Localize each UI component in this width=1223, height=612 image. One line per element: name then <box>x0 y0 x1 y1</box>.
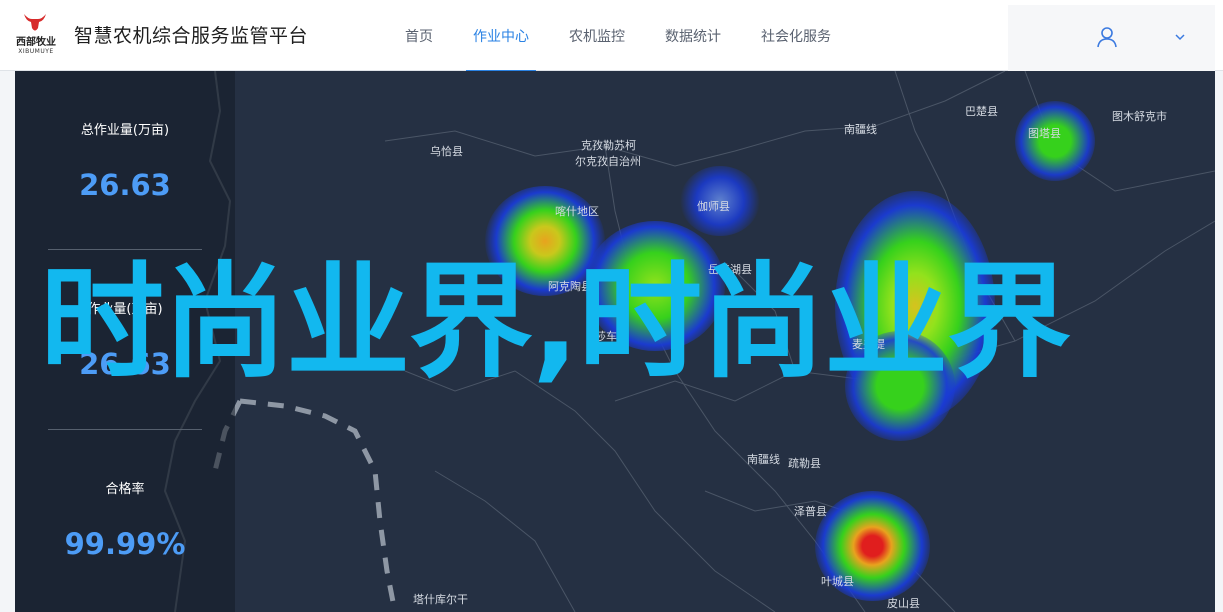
place-label: 叶城县 <box>821 575 854 588</box>
nav-work-center[interactable]: 作业中心 <box>453 0 549 72</box>
stat-value: 26.63 <box>79 168 171 202</box>
user-icon[interactable] <box>1096 26 1118 48</box>
app-window: 西部牧业 XIBUMUYE 智慧农机综合服务监管平台 首页 作业中心 农机监控 … <box>0 0 1223 612</box>
place-label: 伽师县 <box>697 200 730 213</box>
place-label: 塔什库尔干 <box>413 593 468 606</box>
nav-machine-monitor[interactable]: 农机监控 <box>549 0 645 71</box>
logo-text: 西部牧业 <box>16 37 56 48</box>
place-label: 克孜勒苏柯 <box>581 139 636 152</box>
stat-label: 总作业量(万亩) <box>80 123 170 138</box>
place-label: 南疆线 <box>844 123 877 136</box>
top-header: 西部牧业 XIBUMUYE 智慧农机综合服务监管平台 首页 作业中心 农机监控 … <box>0 0 1223 72</box>
stat-value: 99.99% <box>64 527 186 561</box>
nav-data-statistics[interactable]: 数据统计 <box>645 0 741 71</box>
brand-logo[interactable]: 西部牧业 XIBUMUYE <box>12 12 60 56</box>
place-label: 泽普县 <box>794 505 827 518</box>
place-label: 皮山县 <box>887 597 920 610</box>
place-label: 喀什地区 <box>555 205 599 218</box>
chevron-down-icon[interactable] <box>1173 30 1187 44</box>
place-label: 疏勒县 <box>788 457 821 470</box>
logo-subtext: XIBUMUYE <box>18 48 54 55</box>
site-title: 智慧农机综合服务监管平台 <box>74 25 309 47</box>
place-label: 乌恰县 <box>430 145 463 158</box>
place-label: 巴楚县 <box>965 105 998 118</box>
place-label: 图塔县 <box>1028 127 1061 140</box>
main-nav: 首页 作业中心 农机监控 数据统计 社会化服务 <box>385 0 851 72</box>
user-menu[interactable] <box>1008 5 1215 71</box>
stat-pass-rate: 合格率 99.99% <box>15 482 235 562</box>
divider <box>48 429 202 430</box>
nav-home[interactable]: 首页 <box>385 0 453 71</box>
overlay-headline: 时尚业界,时尚业界 <box>40 251 1071 395</box>
bull-logo-icon <box>24 14 46 31</box>
place-label: 南疆线 <box>747 453 780 466</box>
place-label: 尔克孜自治州 <box>575 155 641 168</box>
nav-social-service[interactable]: 社会化服务 <box>741 0 851 71</box>
stat-total-work: 总作业量(万亩) 26.63 <box>15 123 235 203</box>
place-label: 图木舒克市 <box>1112 110 1167 123</box>
stat-label: 合格率 <box>105 482 145 497</box>
